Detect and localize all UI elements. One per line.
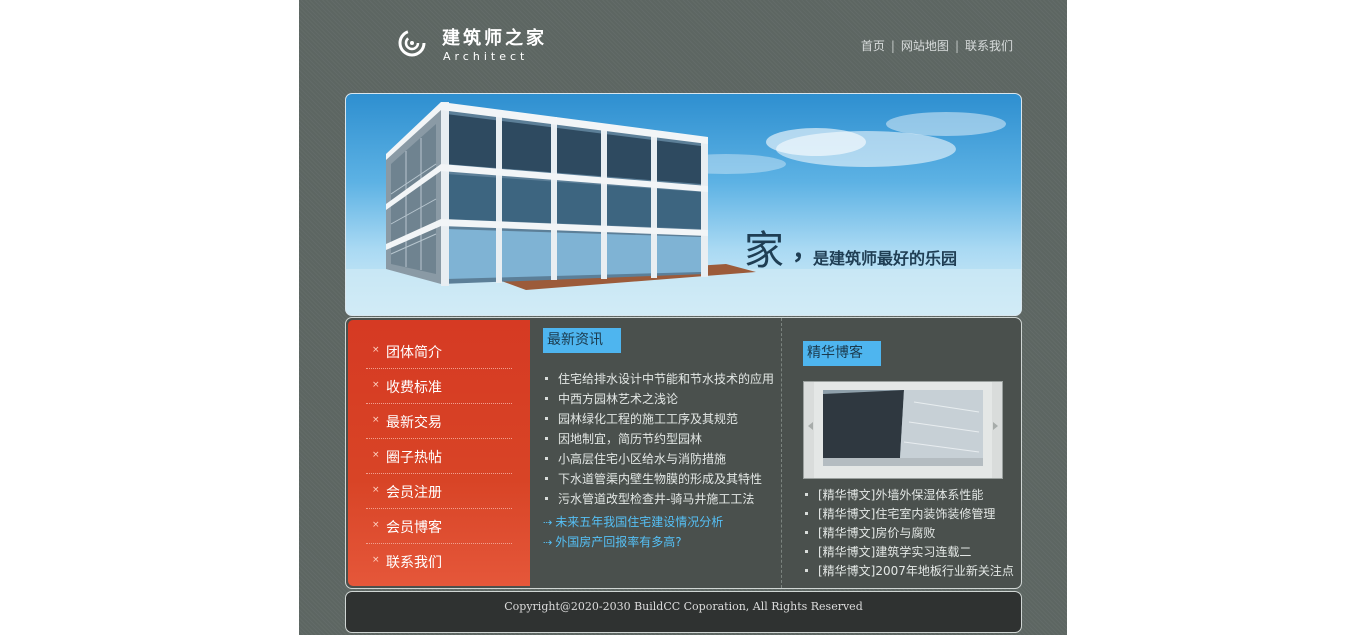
blog-item[interactable]: [精华博文]房价与腐败 (804, 524, 1014, 543)
nav-contact-link[interactable]: 联系我们 (965, 39, 1013, 53)
copyright-text: Copyright@2020-2030 BuildCC Coporation, … (504, 600, 863, 613)
footer: Copyright@2020-2030 BuildCC Coporation, … (345, 591, 1022, 633)
sidebar-item-label: 圈子热帖 (386, 450, 442, 466)
news-item[interactable]: 因地制宜，简历节约型园林 (543, 430, 774, 450)
blog-item[interactable]: [精华博文]建筑学实习连载二 (804, 543, 1014, 562)
news-item[interactable]: 中西方园林艺术之浅论 (543, 390, 774, 410)
nav-separator: | (890, 39, 895, 53)
main-content: × 团体简介 × 收费标准 × 最新交易 × 圈子热帖 × 会员注册 × 会员博客 × 联系我… (345, 317, 1022, 589)
featured-link-label: 未来五年我国住宅建设情况分析 (555, 515, 724, 529)
featured-link[interactable]: ⇢ 外国房产回报率有多高? (543, 533, 723, 553)
sidebar-item-latest-deals[interactable]: × 最新交易 (366, 404, 512, 439)
sidebar-item-label: 最新交易 (386, 415, 442, 431)
news-item[interactable]: 住宅给排水设计中节能和节水技术的应用 (543, 370, 774, 390)
slogan-text: 是建筑师最好的乐园 (813, 249, 958, 268)
featured-link[interactable]: ⇢ 未来五年我国住宅建设情况分析 (543, 513, 723, 533)
bullet-icon: × (372, 520, 380, 530)
blog-item[interactable]: [精华博文]住宅室内装饰装修管理 (804, 505, 1014, 524)
sidebar-item-label: 会员博客 (386, 520, 442, 536)
nav-separator: | (954, 39, 959, 53)
sidebar-item-register[interactable]: × 会员注册 (366, 474, 512, 509)
news-item[interactable]: 园林绿化工程的施工工序及其规范 (543, 410, 774, 430)
sidebar-item-intro[interactable]: × 团体简介 (366, 334, 512, 369)
featured-link-label: 外国房产回报率有多高? (555, 535, 682, 549)
news-section: 最新资讯 住宅给排水设计中节能和节水技术的应用 中西方园林艺术之浅论 园林绿化工… (531, 318, 782, 588)
blog-list: [精华博文]外墙外保湿体系性能 [精华博文]住宅室内装饰装修管理 [精华博文]房… (804, 486, 1014, 581)
blog-section-title: 精华博客 (803, 341, 881, 366)
blog-section: 精华博客 [精华博文]外墙外保湿体系性能 [精华博文]住宅室内装饰装修管理 [精… (782, 318, 1021, 588)
sidebar-item-label: 团体简介 (386, 345, 442, 361)
sidebar-menu: × 团体简介 × 收费标准 × 最新交易 × 圈子热帖 × 会员注册 × 会员博客 × 联系我… (348, 320, 530, 586)
arrow-icon: ⇢ (543, 516, 553, 529)
nav-sitemap-link[interactable]: 网站地图 (901, 39, 949, 53)
sidebar-item-fees[interactable]: × 收费标准 (366, 369, 512, 404)
slogan-home-char: 家 (744, 228, 784, 274)
top-nav: 首页 | 网站地图 | 联系我们 (861, 37, 1013, 54)
logo-subtitle: Architect (443, 50, 529, 63)
news-item[interactable]: 下水道管渠内壁生物膜的形成及其特性 (543, 470, 774, 490)
logo-title: 建筑师之家 (442, 28, 547, 49)
bullet-icon: × (372, 485, 380, 495)
hero-banner: 家 ， 是建筑师最好的乐园 (345, 93, 1022, 316)
bullet-icon: × (372, 555, 380, 565)
sidebar-item-contact[interactable]: × 联系我们 (366, 544, 512, 578)
blog-item[interactable]: [精华博文]2007年地板行业新关注点 (804, 562, 1014, 581)
arrow-icon: ⇢ (543, 536, 553, 549)
sidebar-item-label: 会员注册 (386, 485, 442, 501)
news-featured-links: ⇢ 未来五年我国住宅建设情况分析 ⇢ 外国房产回报率有多高? (543, 513, 723, 553)
news-item[interactable]: 小高层住宅小区给水与消防措施 (543, 450, 774, 470)
bullet-icon: × (372, 450, 380, 460)
sidebar-item-member-blog[interactable]: × 会员博客 (366, 509, 512, 544)
sidebar-item-label: 联系我们 (386, 555, 442, 571)
blog-item[interactable]: [精华博文]外墙外保湿体系性能 (804, 486, 1014, 505)
sidebar-item-label: 收费标准 (386, 380, 442, 396)
banner-building-illustration (346, 102, 1021, 315)
bullet-icon: × (372, 345, 380, 355)
page-wrapper: 建筑师之家 Architect 首页 | 网站地图 | 联系我们 家 ， 是建筑… (299, 0, 1067, 635)
nav-home-link[interactable]: 首页 (861, 39, 885, 53)
bullet-icon: × (372, 415, 380, 425)
news-section-title: 最新资讯 (543, 328, 621, 353)
news-item[interactable]: 污水管道改型检查井-骑马井施工工法 (543, 490, 774, 510)
blog-image-carousel[interactable] (803, 381, 1003, 479)
news-list: 住宅给排水设计中节能和节水技术的应用 中西方园林艺术之浅论 园林绿化工程的施工工… (543, 370, 774, 510)
bullet-icon: × (372, 380, 380, 390)
sidebar-item-hot-posts[interactable]: × 圈子热帖 (366, 439, 512, 474)
logo-swirl-icon (398, 29, 426, 57)
blog-photo (804, 382, 1002, 478)
